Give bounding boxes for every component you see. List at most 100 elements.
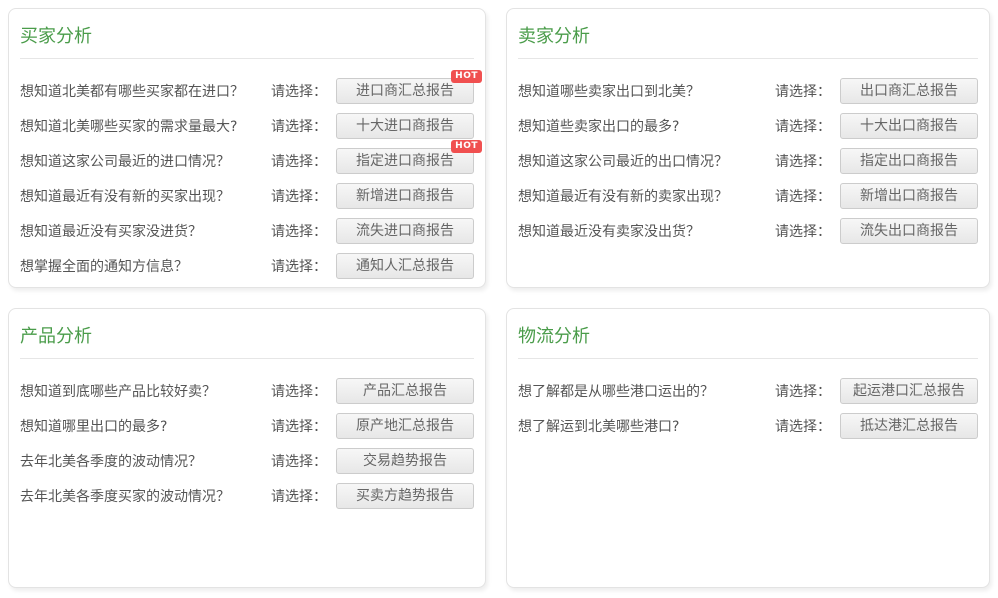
report-row: 想知道最近有没有新的买家出现？ 请选择： 新增进口商报告 [20, 178, 474, 213]
question-text: 想知道这家公司最近的出口情况？ [518, 151, 775, 171]
select-label: 请选择： [271, 256, 327, 276]
question-text: 想了解都是从哪些港口运出的？ [518, 381, 775, 401]
button-wrap: 产品汇总报告 [336, 378, 474, 404]
report-row: 想知道北美都有哪些买家都在进口？ 请选择： HOT 进口商汇总报告 [20, 73, 474, 108]
report-button-product-summary[interactable]: 产品汇总报告 [336, 378, 474, 404]
report-rows: 想知道北美都有哪些买家都在进口？ 请选择： HOT 进口商汇总报告 想知道北美哪… [20, 73, 474, 283]
report-button-top10-importers[interactable]: 十大进口商报告 [336, 113, 474, 139]
button-wrap: 抵达港汇总报告 [840, 413, 978, 439]
report-button-lost-exporters[interactable]: 流失出口商报告 [840, 218, 978, 244]
report-button-lost-importers[interactable]: 流失进口商报告 [336, 218, 474, 244]
report-row: 想知道最近没有买家没进货？ 请选择： 流失进口商报告 [20, 213, 474, 248]
report-rows: 想了解都是从哪些港口运出的？ 请选择： 起运港口汇总报告 想了解运到北美哪些港口… [518, 373, 978, 443]
panel-seller-analysis: 卖家分析 想知道哪些卖家出口到北美？ 请选择： 出口商汇总报告 想知道些卖家出口… [506, 8, 990, 288]
button-wrap: 十大出口商报告 [840, 113, 978, 139]
button-wrap: 原产地汇总报告 [336, 413, 474, 439]
button-wrap: 新增进口商报告 [336, 183, 474, 209]
report-rows: 想知道哪些卖家出口到北美？ 请选择： 出口商汇总报告 想知道些卖家出口的最多? … [518, 73, 978, 248]
select-label: 请选择： [271, 381, 327, 401]
report-button-port-of-lading-summary[interactable]: 起运港口汇总报告 [840, 378, 978, 404]
report-button-port-of-arrival-summary[interactable]: 抵达港汇总报告 [840, 413, 978, 439]
question-text: 想知道哪些卖家出口到北美？ [518, 81, 775, 101]
select-label: 请选择： [775, 416, 831, 436]
report-row: 想知道北美哪些买家的需求量最大? 请选择： 十大进口商报告 [20, 108, 474, 143]
select-label: 请选择： [271, 151, 327, 171]
question-text: 想知道到底哪些产品比较好卖？ [20, 381, 271, 401]
question-text: 去年北美各季度买家的波动情况？ [20, 486, 271, 506]
divider [518, 58, 978, 59]
analysis-dashboard: 买家分析 想知道北美都有哪些买家都在进口？ 请选择： HOT 进口商汇总报告 想… [0, 0, 998, 598]
question-text: 想知道北美哪些买家的需求量最大? [20, 116, 271, 136]
report-button-specified-exporter[interactable]: 指定出口商报告 [840, 148, 978, 174]
report-row: 想知道这家公司最近的出口情况？ 请选择： 指定出口商报告 [518, 143, 978, 178]
report-row: 去年北美各季度的波动情况？ 请选择： 交易趋势报告 [20, 443, 474, 478]
report-button-exporter-summary[interactable]: 出口商汇总报告 [840, 78, 978, 104]
panel-buyer-analysis: 买家分析 想知道北美都有哪些买家都在进口？ 请选择： HOT 进口商汇总报告 想… [8, 8, 486, 288]
button-wrap: 流失进口商报告 [336, 218, 474, 244]
button-wrap: 交易趋势报告 [336, 448, 474, 474]
select-label: 请选择： [775, 81, 831, 101]
report-row: 想知道最近没有卖家没出货？ 请选择： 流失出口商报告 [518, 213, 978, 248]
report-button-new-importers[interactable]: 新增进口商报告 [336, 183, 474, 209]
button-wrap: 指定出口商报告 [840, 148, 978, 174]
question-text: 想知道这家公司最近的进口情况？ [20, 151, 271, 171]
select-label: 请选择： [271, 186, 327, 206]
hot-badge: HOT [451, 70, 482, 83]
button-wrap: 起运港口汇总报告 [840, 378, 978, 404]
panel-title-buyer: 买家分析 [20, 24, 474, 50]
button-wrap: 通知人汇总报告 [336, 253, 474, 279]
question-text: 想知道些卖家出口的最多? [518, 116, 775, 136]
question-text: 想知道最近没有买家没进货？ [20, 221, 271, 241]
question-text: 想知道最近有没有新的卖家出现？ [518, 186, 775, 206]
report-row: 想掌握全面的通知方信息？ 请选择： 通知人汇总报告 [20, 248, 474, 283]
report-row: 想了解都是从哪些港口运出的？ 请选择： 起运港口汇总报告 [518, 373, 978, 408]
hot-badge: HOT [451, 140, 482, 153]
select-label: 请选择： [271, 451, 327, 471]
report-row: 想知道到底哪些产品比较好卖？ 请选择： 产品汇总报告 [20, 373, 474, 408]
panel-logistics-analysis: 物流分析 想了解都是从哪些港口运出的？ 请选择： 起运港口汇总报告 想了解运到北… [506, 308, 990, 588]
select-label: 请选择： [271, 221, 327, 241]
report-button-origin-summary[interactable]: 原产地汇总报告 [336, 413, 474, 439]
question-text: 去年北美各季度的波动情况？ [20, 451, 271, 471]
select-label: 请选择： [271, 81, 327, 101]
report-row: 想知道些卖家出口的最多? 请选择： 十大出口商报告 [518, 108, 978, 143]
select-label: 请选择： [775, 186, 831, 206]
report-button-top10-exporters[interactable]: 十大出口商报告 [840, 113, 978, 139]
question-text: 想知道北美都有哪些买家都在进口？ [20, 81, 271, 101]
question-text: 想知道哪里出口的最多? [20, 416, 271, 436]
report-button-new-exporters[interactable]: 新增出口商报告 [840, 183, 978, 209]
select-label: 请选择： [271, 116, 327, 136]
select-label: 请选择： [775, 151, 831, 171]
select-label: 请选择： [271, 416, 327, 436]
panel-title-logistics: 物流分析 [518, 324, 978, 350]
divider [20, 58, 474, 59]
panel-product-analysis: 产品分析 想知道到底哪些产品比较好卖？ 请选择： 产品汇总报告 想知道哪里出口的… [8, 308, 486, 588]
report-button-notify-party-summary[interactable]: 通知人汇总报告 [336, 253, 474, 279]
panel-title-product: 产品分析 [20, 324, 474, 350]
question-text: 想知道最近有没有新的买家出现？ [20, 186, 271, 206]
select-label: 请选择： [775, 381, 831, 401]
button-wrap: 流失出口商报告 [840, 218, 978, 244]
report-rows: 想知道到底哪些产品比较好卖？ 请选择： 产品汇总报告 想知道哪里出口的最多? 请… [20, 373, 474, 513]
button-wrap: HOT 进口商汇总报告 [336, 78, 474, 104]
question-text: 想掌握全面的通知方信息？ [20, 256, 271, 276]
select-label: 请选择： [271, 486, 327, 506]
report-row: 想知道哪些卖家出口到北美？ 请选择： 出口商汇总报告 [518, 73, 978, 108]
question-text: 想了解运到北美哪些港口? [518, 416, 775, 436]
button-wrap: 买卖方趋势报告 [336, 483, 474, 509]
report-button-trade-trend[interactable]: 交易趋势报告 [336, 448, 474, 474]
divider [20, 358, 474, 359]
select-label: 请选择： [775, 221, 831, 241]
panel-title-seller: 卖家分析 [518, 24, 978, 50]
report-row: 去年北美各季度买家的波动情况？ 请选择： 买卖方趋势报告 [20, 478, 474, 513]
divider [518, 358, 978, 359]
report-row: 想了解运到北美哪些港口? 请选择： 抵达港汇总报告 [518, 408, 978, 443]
button-wrap: 新增出口商报告 [840, 183, 978, 209]
button-wrap: 出口商汇总报告 [840, 78, 978, 104]
report-button-buyer-seller-trend[interactable]: 买卖方趋势报告 [336, 483, 474, 509]
report-row: 想知道最近有没有新的卖家出现？ 请选择： 新增出口商报告 [518, 178, 978, 213]
report-row: 想知道哪里出口的最多? 请选择： 原产地汇总报告 [20, 408, 474, 443]
question-text: 想知道最近没有卖家没出货？ [518, 221, 775, 241]
button-wrap: HOT 指定进口商报告 [336, 148, 474, 174]
report-row: 想知道这家公司最近的进口情况？ 请选择： HOT 指定进口商报告 [20, 143, 474, 178]
